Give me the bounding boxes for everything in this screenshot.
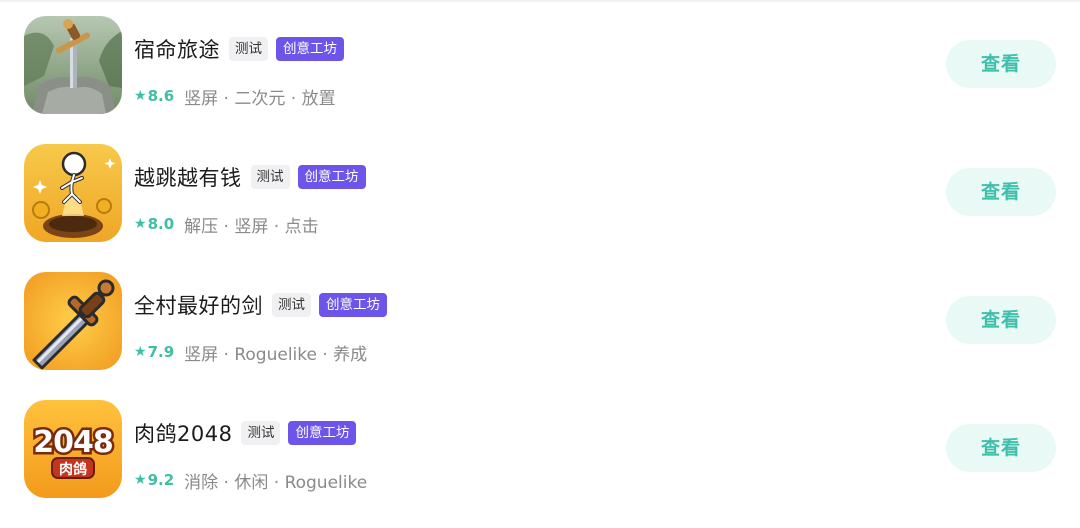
title-line: 全村最好的剑 测试 创意工坊 <box>134 290 387 320</box>
meta-line: ★ 8.6 竖屏 · 二次元 · 放置 <box>134 84 336 109</box>
list-item[interactable]: 全村最好的剑 测试 创意工坊 ★ 7.9 竖屏 · Roguelike · 养成… <box>0 272 1080 372</box>
workshop-badge: 创意工坊 <box>297 165 366 189</box>
game-name[interactable]: 肉鸽2048 <box>134 418 232 448</box>
jumping-figure-coins-icon[interactable] <box>24 144 122 242</box>
star-icon: ★ <box>134 344 147 360</box>
view-button[interactable]: 查看 <box>946 168 1056 216</box>
game-name[interactable]: 全村最好的剑 <box>134 290 263 320</box>
meta-line: ★ 7.9 竖屏 · Roguelike · 养成 <box>134 340 368 365</box>
title-line: 宿命旅途 测试 创意工坊 <box>134 34 344 64</box>
sword-icon[interactable] <box>24 272 122 370</box>
title-line: 肉鸽2048 测试 创意工坊 <box>134 418 357 448</box>
test-badge: 测试 <box>229 37 268 61</box>
meta-line: ★ 9.2 消除 · 休闲 · Roguelike <box>134 468 368 493</box>
workshop-badge: 创意工坊 <box>288 421 357 445</box>
game-name[interactable]: 越跳越有钱 <box>134 162 242 192</box>
sword-in-stone-icon[interactable] <box>24 16 122 114</box>
workshop-badge: 创意工坊 <box>319 293 387 317</box>
rating-value: 8.0 <box>147 215 175 233</box>
view-button[interactable]: 查看 <box>946 40 1056 88</box>
game-name[interactable]: 宿命旅途 <box>134 34 220 64</box>
test-badge: 测试 <box>250 165 290 189</box>
rating-value: 7.9 <box>147 343 175 361</box>
game-tags: 解压 · 竖屏 · 点击 <box>184 216 319 237</box>
2048-logo-icon[interactable]: 2048 肉鸽 <box>24 400 122 498</box>
list-item[interactable]: 越跳越有钱 测试 创意工坊 ★ 8.0 解压 · 竖屏 · 点击 查看 <box>0 144 1080 244</box>
game-tags: 竖屏 · Roguelike · 养成 <box>184 344 368 365</box>
test-badge: 测试 <box>241 421 281 445</box>
test-badge: 测试 <box>272 293 311 317</box>
title-line: 越跳越有钱 测试 创意工坊 <box>134 162 366 192</box>
workshop-badge: 创意工坊 <box>276 37 344 61</box>
rating-value: 8.6 <box>147 87 175 105</box>
list-item[interactable]: 宿命旅途 测试 创意工坊 ★ 8.6 竖屏 · 二次元 · 放置 查看 <box>0 16 1080 116</box>
top-divider <box>0 0 1080 2</box>
logo-sub-text: 肉鸽 <box>59 461 87 478</box>
meta-line: ★ 8.0 解压 · 竖屏 · 点击 <box>134 212 319 237</box>
star-icon: ★ <box>134 88 147 104</box>
logo-2048-text: 2048 <box>33 425 113 460</box>
view-button[interactable]: 查看 <box>946 296 1056 344</box>
game-tags: 消除 · 休闲 · Roguelike <box>184 472 368 493</box>
star-icon: ★ <box>134 216 147 232</box>
rating-value: 9.2 <box>147 471 175 489</box>
game-tags: 竖屏 · 二次元 · 放置 <box>184 88 336 109</box>
star-icon: ★ <box>134 472 147 488</box>
list-item[interactable]: 2048 肉鸽 肉鸽2048 测试 创意工坊 ★ 9.2 消除 · 休闲 · R… <box>0 400 1080 500</box>
view-button[interactable]: 查看 <box>946 424 1056 472</box>
